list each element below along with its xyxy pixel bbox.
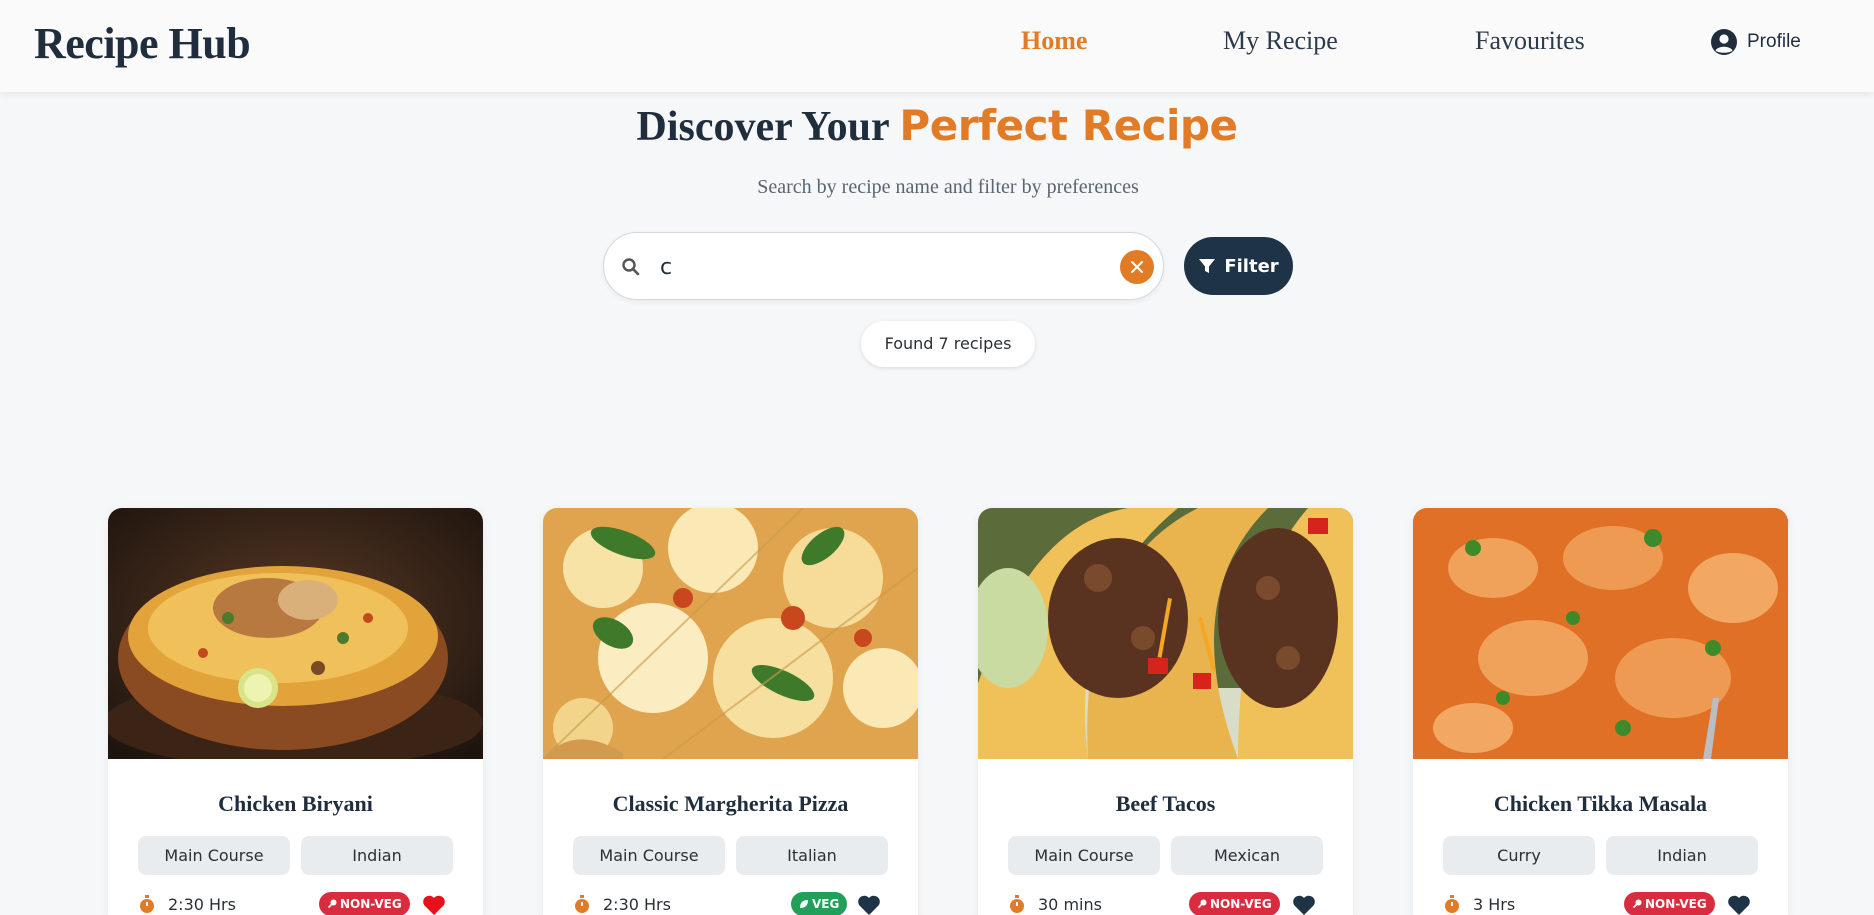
favourite-heart-icon[interactable] [422,894,446,915]
page-title: Discover Your Perfect Recipe [0,101,1874,151]
recipe-time-value: 3 Hrs [1473,894,1516,914]
profile-button[interactable]: Profile [1710,28,1801,56]
pizza-image [543,508,918,759]
close-icon [1131,261,1143,273]
recipe-time: 3 Hrs [1443,894,1515,914]
favourite-heart-icon[interactable] [1727,894,1751,915]
recipe-title[interactable]: Beef Tacos [978,791,1353,817]
recipe-card[interactable]: Beef Tacos Main Course Mexican 30 mins N… [978,508,1353,915]
timer-icon [140,895,154,913]
recipe-image-tikka-masala[interactable] [1413,508,1788,759]
veg-badge: VEG [791,892,848,915]
timer-icon [1445,895,1459,913]
filter-label: Filter [1224,255,1279,277]
timer-icon [575,895,589,913]
recipe-cuisine-tag: Italian [736,836,888,875]
leaf-icon [800,900,808,908]
recipe-image-pizza[interactable] [543,508,918,759]
brand-logo[interactable]: Recipe Hub [34,18,251,69]
recipe-category-tag: Curry [1443,836,1595,875]
diet-label: VEG [812,897,840,911]
diet-label: NON-VEG [1645,897,1707,911]
filter-icon [1199,259,1216,273]
profile-label: Profile [1747,31,1801,52]
tikka-masala-image [1413,508,1788,759]
recipe-title[interactable]: Chicken Biryani [108,791,483,817]
recipe-time-value: 2:30 Hrs [603,894,671,914]
search-input[interactable] [660,251,1090,283]
recipe-category-tag: Main Course [1008,836,1160,875]
recipe-time: 2:30 Hrs [573,894,671,914]
diet-label: NON-VEG [1210,897,1272,911]
recipe-cuisine-tag: Indian [301,836,453,875]
drumstick-icon [1197,899,1207,909]
nav-my-recipe[interactable]: My Recipe [1223,26,1338,56]
favourite-heart-icon[interactable] [1292,894,1316,915]
recipe-time-value: 2:30 Hrs [168,894,236,914]
recipe-card[interactable]: Classic Margherita Pizza Main Course Ita… [543,508,918,915]
page-title-highlight: Perfect Recipe [899,101,1238,150]
drumstick-icon [1632,899,1642,909]
navbar: Recipe Hub Home My Recipe Favourites Pro… [0,0,1874,92]
non-veg-badge: NON-VEG [1624,892,1715,915]
recipe-title[interactable]: Chicken Tikka Masala [1413,791,1788,817]
nav-home[interactable]: Home [1021,26,1087,56]
recipe-category-tag: Main Course [573,836,725,875]
recipe-category-tag: Main Course [138,836,290,875]
recipe-time-value: 30 mins [1038,894,1102,914]
favourite-heart-icon[interactable] [857,894,881,915]
non-veg-badge: NON-VEG [319,892,410,915]
filter-button[interactable]: Filter [1184,237,1293,295]
recipe-time: 30 mins [1008,894,1102,914]
page-title-part1: Discover Your [636,104,900,150]
search-icon [622,258,640,276]
user-circle-icon [1711,29,1737,55]
recipe-time: 2:30 Hrs [138,894,236,914]
biryani-image [108,508,483,759]
clear-search-button[interactable] [1120,250,1154,284]
recipe-cuisine-tag: Mexican [1171,836,1323,875]
recipe-card[interactable]: Chicken Tikka Masala Curry Indian 3 Hrs … [1413,508,1788,915]
recipe-cuisine-tag: Indian [1606,836,1758,875]
recipe-card[interactable]: Chicken Biryani Main Course Indian 2:30 … [108,508,483,915]
tacos-image [978,508,1353,759]
recipe-image-tacos[interactable] [978,508,1353,759]
diet-label: NON-VEG [340,897,402,911]
nav-favourites[interactable]: Favourites [1475,26,1585,56]
results-count-badge: Found 7 recipes [861,321,1035,367]
search-bar [603,232,1164,300]
drumstick-icon [327,899,337,909]
timer-icon [1010,895,1024,913]
recipe-title[interactable]: Classic Margherita Pizza [543,791,918,817]
page-subtitle: Search by recipe name and filter by pref… [757,176,1139,198]
non-veg-badge: NON-VEG [1189,892,1280,915]
recipe-image-biryani[interactable] [108,508,483,759]
